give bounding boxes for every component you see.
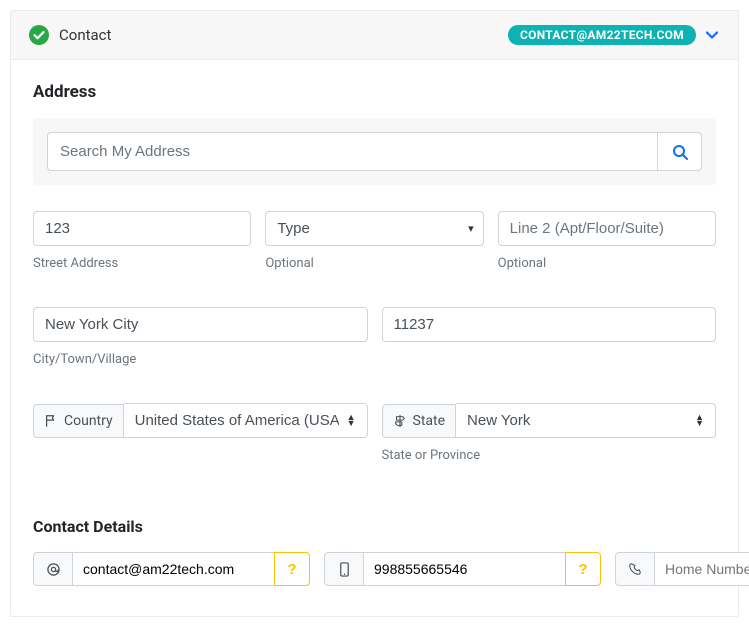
country-select[interactable]: United States of America (USA) (124, 403, 368, 438)
contact-card: Contact CONTACT@AM22TECH.COM Address (10, 10, 739, 617)
country-label: Country (33, 404, 124, 438)
mobile-input[interactable] (364, 552, 565, 586)
country-label-text: Country (64, 413, 113, 429)
contact-pill: CONTACT@AM22TECH.COM (508, 25, 696, 45)
address-title: Address (33, 82, 716, 102)
header-left: Contact (29, 25, 111, 45)
chevron-down-icon[interactable] (704, 27, 720, 43)
home-group: ? (615, 552, 749, 586)
search-input[interactable] (47, 132, 658, 171)
search-icon (672, 144, 688, 160)
card-body: Address Type ▾ (11, 60, 738, 616)
at-icon (33, 552, 73, 586)
contact-details-title: Contact Details (33, 517, 716, 536)
flag-icon (44, 414, 58, 428)
city-input[interactable] (33, 307, 368, 342)
card-header: Contact CONTACT@AM22TECH.COM (11, 11, 738, 60)
map-signs-icon (393, 414, 407, 428)
state-label: State (382, 404, 457, 438)
email-group: ? (33, 552, 310, 586)
check-circle-icon (29, 25, 49, 45)
street-address-input[interactable] (33, 211, 251, 246)
state-label-text: State (413, 413, 446, 429)
line2-help: Optional (498, 256, 716, 271)
phone-icon (615, 552, 655, 586)
header-title: Contact (59, 26, 111, 44)
city-help: City/Town/Village (33, 352, 368, 367)
email-input[interactable] (73, 552, 274, 586)
type-help: Optional (265, 256, 483, 271)
search-button[interactable] (658, 132, 702, 171)
mobile-group: ? (324, 552, 601, 586)
zip-input[interactable] (382, 307, 717, 342)
type-select[interactable]: Type (265, 211, 483, 246)
email-help-button[interactable]: ? (274, 552, 310, 586)
state-select[interactable]: New York (456, 403, 716, 438)
header-right: CONTACT@AM22TECH.COM (508, 25, 720, 45)
line2-input[interactable] (498, 211, 716, 246)
mobile-icon (324, 552, 364, 586)
home-input[interactable] (655, 552, 749, 586)
mobile-help-button[interactable]: ? (565, 552, 601, 586)
search-box (33, 118, 716, 185)
state-help: State or Province (382, 448, 717, 463)
street-help: Street Address (33, 256, 251, 271)
